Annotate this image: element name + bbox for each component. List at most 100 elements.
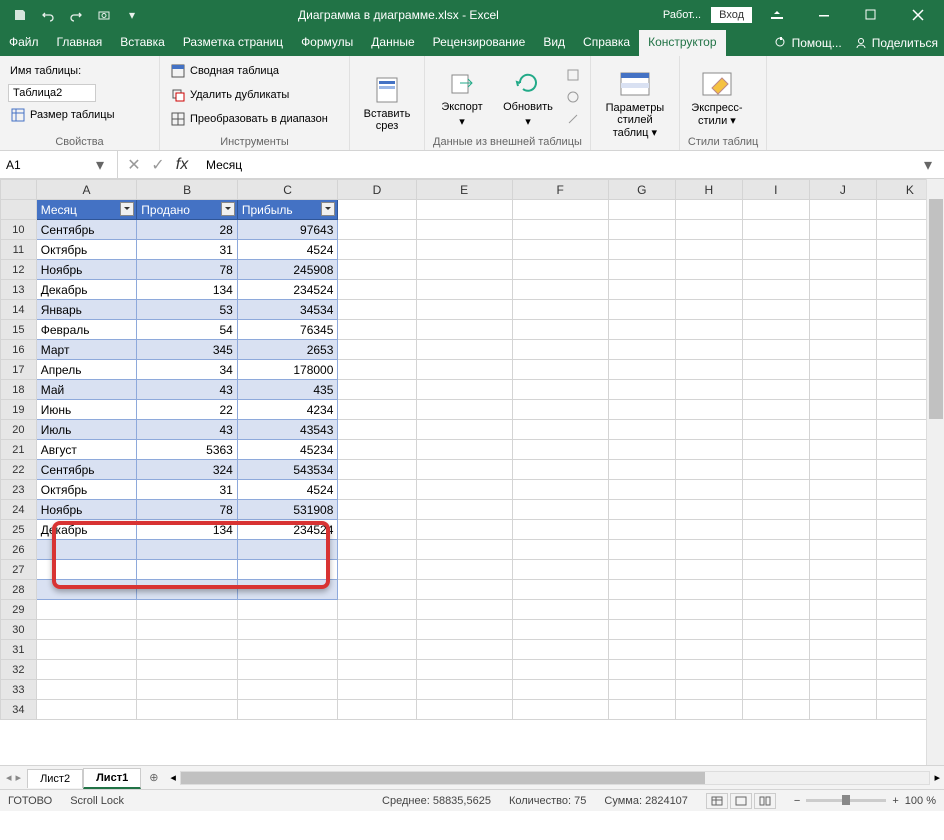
cell-E28[interactable]	[416, 580, 512, 600]
cell-C22[interactable]: 543534	[237, 460, 338, 480]
cell-E33[interactable]	[416, 680, 512, 700]
cell-B22[interactable]: 324	[137, 460, 238, 480]
cell-F18[interactable]	[512, 380, 608, 400]
cell-E20[interactable]	[416, 420, 512, 440]
cell-E27[interactable]	[416, 560, 512, 580]
cell-F11[interactable]	[512, 240, 608, 260]
cell-A24[interactable]: Ноябрь	[36, 500, 137, 520]
cell-E34[interactable]	[416, 700, 512, 720]
row-head-20[interactable]: 20	[1, 420, 37, 440]
cell-B30[interactable]	[137, 620, 238, 640]
cell-A16[interactable]: Март	[36, 340, 137, 360]
row-head-18[interactable]: 18	[1, 380, 37, 400]
cell-H20[interactable]	[675, 420, 742, 440]
cell-C31[interactable]	[237, 640, 338, 660]
row-head-14[interactable]: 14	[1, 300, 37, 320]
cell-I22[interactable]	[742, 460, 809, 480]
cell-E19[interactable]	[416, 400, 512, 420]
cell-H24[interactable]	[675, 500, 742, 520]
empty-cell[interactable]	[608, 200, 675, 220]
signin-button[interactable]: Вход	[711, 7, 752, 23]
cell-B31[interactable]	[137, 640, 238, 660]
cell-C29[interactable]	[237, 600, 338, 620]
tab-help[interactable]: Справка	[574, 30, 639, 56]
cell-H33[interactable]	[675, 680, 742, 700]
cell-J25[interactable]	[809, 520, 876, 540]
cell-H12[interactable]	[675, 260, 742, 280]
cell-C19[interactable]: 4234	[237, 400, 338, 420]
cell-B12[interactable]: 78	[137, 260, 238, 280]
col-head-B[interactable]: B	[137, 180, 238, 200]
cell-A13[interactable]: Декабрь	[36, 280, 137, 300]
cell-F21[interactable]	[512, 440, 608, 460]
unlink-icon[interactable]	[565, 111, 581, 127]
cell-I26[interactable]	[742, 540, 809, 560]
empty-cell[interactable]	[512, 200, 608, 220]
cell-A23[interactable]: Октябрь	[36, 480, 137, 500]
accept-formula-icon[interactable]: ✓	[146, 153, 170, 177]
row-head-16[interactable]: 16	[1, 340, 37, 360]
cell-H26[interactable]	[675, 540, 742, 560]
row-head-24[interactable]: 24	[1, 500, 37, 520]
cell-I31[interactable]	[742, 640, 809, 660]
filter-icon[interactable]	[321, 202, 335, 216]
cell-B29[interactable]	[137, 600, 238, 620]
cell-I32[interactable]	[742, 660, 809, 680]
cell-F16[interactable]	[512, 340, 608, 360]
convert-button[interactable]: Преобразовать в диапазон	[168, 108, 330, 130]
vertical-scrollbar[interactable]	[926, 179, 944, 765]
cell-D26[interactable]	[338, 540, 416, 560]
pivot-button[interactable]: Сводная таблица	[168, 60, 330, 82]
cell-C11[interactable]: 4524	[237, 240, 338, 260]
cancel-formula-icon[interactable]: ✕	[122, 153, 146, 177]
cell-G13[interactable]	[608, 280, 675, 300]
cell-J13[interactable]	[809, 280, 876, 300]
cell-A10[interactable]: Сентябрь	[36, 220, 137, 240]
cell-C25[interactable]: 234524	[237, 520, 338, 540]
cell-J12[interactable]	[809, 260, 876, 280]
cell-G34[interactable]	[608, 700, 675, 720]
row-head-33[interactable]: 33	[1, 680, 37, 700]
cell-D27[interactable]	[338, 560, 416, 580]
cell-G15[interactable]	[608, 320, 675, 340]
cell-A14[interactable]: Январь	[36, 300, 137, 320]
cell-D28[interactable]	[338, 580, 416, 600]
row-head-23[interactable]: 23	[1, 480, 37, 500]
cell-I13[interactable]	[742, 280, 809, 300]
cell-G24[interactable]	[608, 500, 675, 520]
select-all-corner[interactable]	[1, 180, 37, 200]
cell-G20[interactable]	[608, 420, 675, 440]
zoom-out-icon[interactable]: −	[794, 795, 800, 807]
cell-J21[interactable]	[809, 440, 876, 460]
row-head-22[interactable]: 22	[1, 460, 37, 480]
vscroll-thumb[interactable]	[929, 199, 943, 419]
cell-I14[interactable]	[742, 300, 809, 320]
cell-A31[interactable]	[36, 640, 137, 660]
cell-I28[interactable]	[742, 580, 809, 600]
table-header-0[interactable]: Месяц	[36, 200, 137, 220]
cell-F20[interactable]	[512, 420, 608, 440]
row-head-29[interactable]: 29	[1, 600, 37, 620]
cell-J23[interactable]	[809, 480, 876, 500]
cell-J15[interactable]	[809, 320, 876, 340]
cell-C24[interactable]: 531908	[237, 500, 338, 520]
cell-G14[interactable]	[608, 300, 675, 320]
cell-D14[interactable]	[338, 300, 416, 320]
cell-H21[interactable]	[675, 440, 742, 460]
cell-D13[interactable]	[338, 280, 416, 300]
undo-icon[interactable]	[38, 5, 58, 25]
cell-H18[interactable]	[675, 380, 742, 400]
cell-E17[interactable]	[416, 360, 512, 380]
cell-D32[interactable]	[338, 660, 416, 680]
cell-H16[interactable]	[675, 340, 742, 360]
sheet-tab-1[interactable]: Лист1	[83, 768, 141, 789]
cell-C18[interactable]: 435	[237, 380, 338, 400]
cell-A17[interactable]: Апрель	[36, 360, 137, 380]
row-head-15[interactable]: 15	[1, 320, 37, 340]
cell-A27[interactable]	[36, 560, 137, 580]
horizontal-scrollbar[interactable]	[180, 771, 931, 785]
cell-I30[interactable]	[742, 620, 809, 640]
cell-E21[interactable]	[416, 440, 512, 460]
resize-table-button[interactable]: Размер таблицы	[8, 104, 116, 126]
cell-C12[interactable]: 245908	[237, 260, 338, 280]
